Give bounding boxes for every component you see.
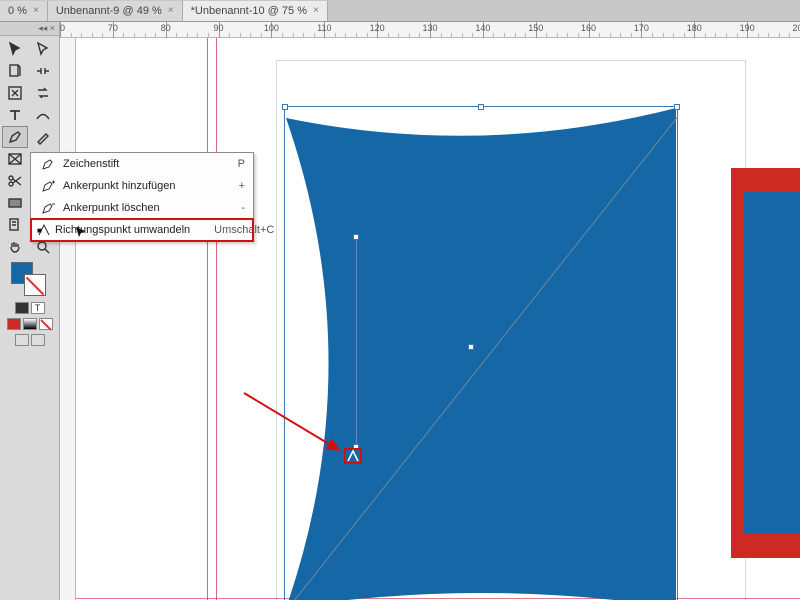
swap-tool-icon[interactable] bbox=[30, 82, 56, 104]
direction-point-icon[interactable] bbox=[353, 234, 359, 240]
menu-item-label: Zeichenstift bbox=[59, 158, 214, 170]
ruler-vertical[interactable] bbox=[60, 38, 76, 600]
pen-icon bbox=[37, 157, 59, 171]
gap-tool-icon[interactable] bbox=[30, 60, 56, 82]
rectangle-frame-tool-icon[interactable] bbox=[2, 148, 28, 170]
tab-document[interactable]: 0 %× bbox=[0, 1, 48, 21]
type-tool-icon[interactable] bbox=[2, 104, 28, 126]
pen-add-icon bbox=[37, 179, 59, 193]
panel-collapse-icon[interactable]: ◂◂ × bbox=[0, 22, 59, 36]
fill-stroke-swatch[interactable] bbox=[0, 260, 59, 300]
document-tabs: 0 %× Unbenannt-9 @ 49 %× *Unbenannt-10 @… bbox=[0, 0, 800, 22]
vector-shape[interactable] bbox=[276, 98, 686, 600]
pen-tool-flyout-menu: Zeichenstift P Ankerpunkt hinzufügen + A… bbox=[30, 152, 254, 242]
menu-item-shortcut: + bbox=[239, 180, 245, 192]
tab-close-icon[interactable]: × bbox=[33, 5, 39, 16]
pen-tool-icon[interactable] bbox=[2, 126, 28, 148]
hand-tool-icon[interactable] bbox=[2, 236, 28, 258]
menu-item-delete-anchor[interactable]: Ankerpunkt löschen - bbox=[31, 197, 253, 219]
menu-item-convert-point[interactable]: Richtungspunkt umwandeln Umschalt+C bbox=[31, 219, 253, 241]
direction-handle[interactable] bbox=[356, 238, 357, 448]
pencil-tool-icon[interactable] bbox=[30, 126, 56, 148]
menu-item-pen[interactable]: Zeichenstift P bbox=[31, 153, 253, 175]
convert-point-icon bbox=[37, 223, 51, 237]
pen-delete-icon bbox=[37, 201, 59, 215]
gradient-tool-icon[interactable] bbox=[2, 192, 28, 214]
view-mode-row[interactable] bbox=[0, 332, 59, 348]
canvas[interactable] bbox=[76, 38, 800, 600]
annotation-highlight bbox=[344, 448, 362, 464]
swatch-mode-row[interactable]: T bbox=[0, 300, 59, 316]
center-point-icon bbox=[468, 344, 474, 350]
type-path-tool-icon[interactable] bbox=[30, 104, 56, 126]
ruler-horizontal[interactable]: 7070809010011012013014015016017018019020… bbox=[60, 22, 800, 38]
menu-item-shortcut: - bbox=[241, 202, 245, 214]
clipped-shape[interactable] bbox=[731, 168, 800, 558]
tab-document[interactable]: *Unbenannt-10 @ 75 %× bbox=[183, 1, 328, 21]
content-tool-icon[interactable] bbox=[2, 82, 28, 104]
guide-vertical[interactable] bbox=[216, 38, 217, 600]
menu-item-label: Ankerpunkt löschen bbox=[59, 202, 217, 214]
color-mode-row[interactable] bbox=[0, 316, 59, 332]
note-tool-icon[interactable] bbox=[2, 214, 28, 236]
tools-panel: ◂◂ × T bbox=[0, 22, 60, 600]
selection-tool-icon[interactable] bbox=[2, 38, 28, 60]
menu-item-label: Richtungspunkt umwandeln bbox=[51, 224, 190, 236]
page-tool-icon[interactable] bbox=[2, 60, 28, 82]
menu-item-add-anchor[interactable]: Ankerpunkt hinzufügen + bbox=[31, 175, 253, 197]
scissors-tool-icon[interactable] bbox=[2, 170, 28, 192]
tab-close-icon[interactable]: × bbox=[313, 5, 319, 16]
menu-item-shortcut: Umschalt+C bbox=[214, 224, 274, 236]
tab-close-icon[interactable]: × bbox=[168, 5, 174, 16]
tab-document[interactable]: Unbenannt-9 @ 49 %× bbox=[48, 1, 183, 21]
guide-vertical[interactable] bbox=[207, 38, 208, 600]
menu-item-label: Ankerpunkt hinzufügen bbox=[59, 180, 215, 192]
menu-item-shortcut: P bbox=[238, 158, 245, 170]
direct-selection-tool-icon[interactable] bbox=[30, 38, 56, 60]
